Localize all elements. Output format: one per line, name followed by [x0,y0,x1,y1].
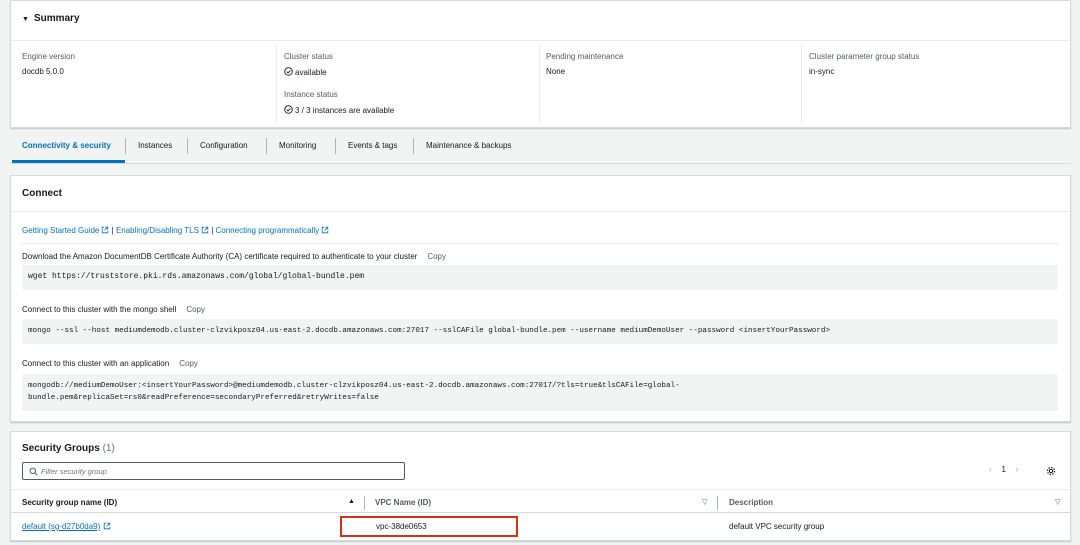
tab-maintenance-backups[interactable]: Maintenance & backups [426,131,511,161]
engine-version-value: docdb 5.0.0 [22,67,64,76]
copy-app-button[interactable]: Copy [179,359,198,368]
shell-label: Connect to this cluster with the mongo s… [22,305,177,314]
summary-panel: ▼ Summary Engine version docdb 5.0.0 Clus… [10,0,1071,128]
description-value: default VPC security group [729,522,825,531]
tab-separator [187,138,188,154]
check-circle-icon [284,105,293,114]
cluster-status-label: Cluster status [284,52,333,61]
cluster-status-value: available [295,68,327,77]
tab-separator [335,138,336,154]
cluster-status: available [284,67,327,77]
connect-divider [11,211,1070,212]
column-header-description[interactable]: Description [729,498,773,507]
copy-ca-button[interactable]: Copy [427,252,446,261]
external-link-icon [102,226,109,234]
pagination: ‹ 1 › [989,464,1018,474]
instance-status-label: Instance status [284,90,338,99]
column-divider [539,45,540,123]
security-groups-header: Security Groups (1) [22,443,115,454]
page-number[interactable]: 1 [1002,465,1006,474]
sort-icon[interactable]: ▽ [702,498,707,506]
sort-icon[interactable]: ▽ [1055,498,1060,506]
sort-ascending-icon[interactable]: ▲ [348,498,355,505]
pending-maintenance-value: None [546,67,566,76]
security-groups-panel: Security Groups (1) ‹ 1 › Security group… [10,431,1071,541]
chevron-left-icon[interactable]: ‹ [989,464,992,474]
ca-label-row: Download the Amazon DocumentDB Certifica… [22,252,446,261]
vpc-highlight-box [340,516,518,537]
caret-down-icon: ▼ [22,16,29,23]
connect-links: Getting Started Guide | Enabling/Disabli… [22,226,329,235]
summary-header[interactable]: ▼ Summary [22,13,80,24]
tab-instances[interactable]: Instances [138,131,172,161]
app-command-line2: bundle.pem&replicaSet=rs0&readPreference… [28,394,379,402]
getting-started-link[interactable]: Getting Started Guide [22,226,109,235]
tab-monitoring[interactable]: Monitoring [279,131,316,161]
tab-separator [125,138,126,154]
engine-version-label: Engine version [22,52,75,61]
external-link-icon [104,522,111,530]
summary-title: Summary [33,13,80,24]
tab-events-tags[interactable]: Events & tags [348,131,397,161]
link-separator: | [211,226,214,235]
connecting-programmatically-link[interactable]: Connecting programmatically [216,226,330,235]
tab-connectivity-security[interactable]: Connectivity & security [22,131,111,161]
column-separator [717,496,718,510]
check-circle-icon [284,67,293,76]
copy-shell-button[interactable]: Copy [186,305,205,314]
table-header-top [11,489,1070,490]
app-label-row: Connect to this cluster with an applicat… [22,359,198,368]
tab-separator [413,138,414,154]
security-groups-title: Security Groups [22,443,100,454]
app-command[interactable]: mongodb://mediumDemoUser:<insertYourPass… [22,374,1058,411]
column-header-description-text: Description [729,498,774,507]
enabling-tls-link[interactable]: Enabling/Disabling TLS [116,226,209,235]
tab-bar-border [10,163,1071,164]
security-group-link[interactable]: default (sg-d27b0da9) [22,522,111,531]
shell-label-row: Connect to this cluster with the mongo s… [22,305,205,314]
pending-maintenance-label: Pending maintenance [546,52,624,61]
tab-configuration[interactable]: Configuration [200,131,248,161]
external-link-icon [321,226,329,234]
param-group-status-label: Cluster parameter group status [809,52,920,61]
column-separator [364,496,365,510]
external-link-icon [201,226,209,234]
tab-separator [266,138,267,154]
table-header-bottom [11,512,1070,513]
search-icon [29,467,38,476]
shell-command[interactable]: mongo --ssl --host mediumdemodb.cluster-… [22,319,1058,344]
ca-command[interactable]: wget https://truststore.pki.rds.amazonaw… [22,265,1058,290]
app-command-line1: mongodb://mediumDemoUser:<insertYourPass… [28,382,680,390]
column-divider [276,45,277,123]
filter-security-group-input[interactable] [41,464,401,478]
link-separator: | [111,226,114,235]
security-groups-count: (1) [102,443,115,454]
chevron-right-icon[interactable]: › [1015,464,1018,474]
app-label: Connect to this cluster with an applicat… [22,359,170,368]
instance-status-value: 3 / 3 instances are available [295,106,395,115]
gear-icon[interactable] [1046,466,1056,476]
column-header-name-text: Security group name (ID) [22,498,118,507]
ca-label: Download the Amazon DocumentDB Certifica… [22,252,418,261]
getting-started-link-text: Getting Started Guide [22,226,100,235]
column-header-vpc[interactable]: VPC Name (ID) [375,498,431,507]
enabling-tls-link-text: Enabling/Disabling TLS [115,226,199,235]
connecting-programmatically-link-text: Connecting programmatically [215,226,320,235]
instance-status: 3 / 3 instances are available [284,105,394,115]
connect-title: Connect [22,188,62,199]
summary-divider [11,40,1070,41]
column-divider [801,45,802,123]
security-group-name: default (sg-d27b0da9) [22,522,101,531]
column-header-name[interactable]: Security group name (ID) [22,498,117,507]
column-header-vpc-text: VPC Name (ID) [375,498,432,507]
links-divider [22,243,1059,244]
filter-input-wrapper [22,462,405,480]
param-group-status-value: in-sync [809,67,835,76]
